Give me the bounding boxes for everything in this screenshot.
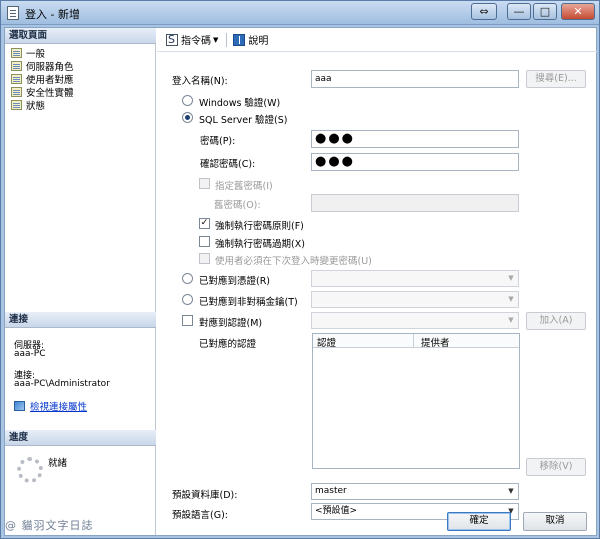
page-item-label: 安全性實體: [26, 87, 74, 99]
restore-button[interactable]: ⇔: [471, 3, 497, 20]
page-item-general[interactable]: 一般: [11, 46, 46, 60]
script-button[interactable]: 指令碼 ▼: [166, 32, 218, 47]
default-database-label: 預設資料庫(D):: [172, 490, 238, 501]
map-to-certificate-radio[interactable]: [182, 273, 193, 284]
enforce-password-expiration-label: 強制執行密碼過期(X): [215, 239, 305, 250]
cancel-button[interactable]: 取消: [523, 512, 587, 531]
maximize-button[interactable]: □: [533, 3, 557, 20]
map-to-asymmetric-key-radio[interactable]: [182, 294, 193, 305]
page-icon: [11, 86, 22, 97]
progress-spinner-icon: [17, 457, 43, 483]
script-icon: [166, 33, 178, 46]
sql-auth-radio[interactable]: [182, 112, 193, 123]
mapped-credentials-grid[interactable]: 認證 提供者: [312, 333, 520, 469]
dialog-client: 選取頁面 一般 伺服器角色 使用者對應 安全性實體 狀態 連接 伺服器: aaa…: [4, 27, 597, 536]
remove-credential-button[interactable]: 移除(V): [526, 458, 586, 476]
page-item-label: 伺服器角色: [26, 61, 74, 73]
script-label: 指令碼: [181, 36, 211, 47]
map-to-credential-checkbox[interactable]: [182, 315, 193, 326]
properties-icon: [14, 401, 25, 411]
connection-value: aaa-PC\Administrator: [14, 379, 110, 389]
page-icon: [11, 47, 22, 58]
default-database-select[interactable]: master ▼: [311, 483, 519, 500]
map-to-credential-label: 對應到認證(M): [199, 318, 263, 329]
old-password-label: 舊密碼(O):: [214, 200, 261, 211]
page-item-label: 狀態: [26, 100, 46, 112]
ok-button[interactable]: 確定: [447, 512, 511, 531]
progress-header: 進度: [5, 430, 156, 446]
default-language-value: <預設值>: [315, 506, 358, 516]
map-to-asymmetric-key-label: 已對應到非對稱金鑰(T): [199, 297, 298, 308]
chevron-down-icon: ▼: [508, 274, 514, 282]
confirm-password-label: 確認密碼(C):: [200, 159, 256, 170]
specify-old-password-checkbox[interactable]: [199, 178, 210, 189]
enforce-password-expiration-checkbox[interactable]: [199, 236, 210, 247]
view-connection-link-label: 檢視連接屬性: [30, 402, 88, 413]
specify-old-password-label: 指定舊密碼(I): [215, 181, 273, 192]
column-header-credential[interactable]: 認證: [317, 335, 336, 349]
general-page-form: 登入名稱(N): aaa 搜尋(E)... Windows 驗證(W) SQL …: [157, 53, 597, 535]
close-button[interactable]: ✕: [561, 3, 595, 20]
old-password-field[interactable]: [311, 194, 519, 212]
certificate-select[interactable]: ▼: [311, 270, 519, 287]
column-divider[interactable]: [413, 334, 414, 348]
add-credential-button[interactable]: 加入(A): [526, 312, 586, 330]
sql-auth-label: SQL Server 驗證(S): [199, 115, 288, 126]
windows-auth-radio[interactable]: [182, 95, 193, 106]
page-item-label: 一般: [26, 48, 46, 60]
page-icon: [11, 60, 22, 71]
confirm-password-field[interactable]: ●●●: [311, 153, 519, 171]
toolbar: 指令碼 ▼ 說明: [157, 28, 597, 52]
toolbar-separator: [226, 32, 228, 47]
search-button[interactable]: 搜尋(E)...: [526, 70, 586, 88]
enforce-password-policy-label: 強制執行密碼原則(F): [215, 221, 304, 232]
enforce-password-policy-checkbox[interactable]: ✓: [199, 218, 210, 229]
minimize-button[interactable]: —: [507, 3, 531, 20]
chevron-down-icon: ▼: [508, 295, 514, 303]
login-document-icon: [7, 6, 19, 20]
chevron-down-icon: ▼: [508, 316, 514, 324]
mapped-credentials-label: 已對應的認證: [199, 339, 257, 350]
login-name-label: 登入名稱(N):: [172, 76, 228, 87]
page-item-label: 使用者對應: [26, 74, 74, 86]
default-database-value: master: [315, 486, 347, 496]
windows-auth-label: Windows 驗證(W): [199, 98, 281, 109]
connection-header: 連接: [5, 312, 156, 328]
map-to-certificate-label: 已對應到憑證(R): [199, 276, 271, 287]
login-new-dialog: 登入 - 新增 ⇔ — □ ✕ 選取頁面 一般 伺服器角色 使用者對應 安全性實…: [0, 0, 600, 539]
view-connection-properties-link[interactable]: 檢視連接屬性: [14, 399, 87, 413]
title-bar[interactable]: 登入 - 新增 ⇔ — □ ✕: [1, 1, 599, 25]
column-header-provider[interactable]: 提供者: [421, 335, 450, 349]
page-item-server-roles[interactable]: 伺服器角色: [11, 59, 74, 73]
help-book-icon: [233, 33, 246, 46]
server-value: aaa-PC: [14, 349, 46, 359]
must-change-password-label: 使用者必須在下次登入時變更密碼(U): [215, 256, 372, 267]
page-item-securables[interactable]: 安全性實體: [11, 85, 74, 99]
watermark: @ 貓羽文字日誌: [5, 519, 94, 532]
page-icon: [11, 73, 22, 84]
credential-select[interactable]: ▼: [311, 312, 519, 329]
must-change-password-checkbox[interactable]: [199, 253, 210, 264]
page-item-user-mapping[interactable]: 使用者對應: [11, 72, 74, 86]
login-name-input[interactable]: aaa: [311, 70, 519, 88]
password-label: 密碼(P):: [200, 136, 236, 147]
window-title: 登入 - 新增: [25, 8, 80, 21]
progress-status: 就緒: [48, 458, 68, 469]
page-icon: [11, 99, 22, 110]
select-page-header: 選取頁面: [5, 28, 156, 44]
page-item-status[interactable]: 狀態: [11, 98, 46, 112]
grid-header: 認證 提供者: [313, 334, 519, 349]
chevron-down-icon: ▼: [213, 35, 219, 44]
default-language-label: 預設語言(G):: [172, 510, 228, 521]
help-button[interactable]: 說明: [233, 32, 268, 47]
password-field[interactable]: ●●●: [311, 130, 519, 148]
help-label: 說明: [248, 36, 269, 47]
left-pane: 選取頁面 一般 伺服器角色 使用者對應 安全性實體 狀態 連接 伺服器: aaa…: [5, 28, 156, 535]
asymmetric-key-select[interactable]: ▼: [311, 291, 519, 308]
chevron-down-icon: ▼: [508, 487, 514, 495]
